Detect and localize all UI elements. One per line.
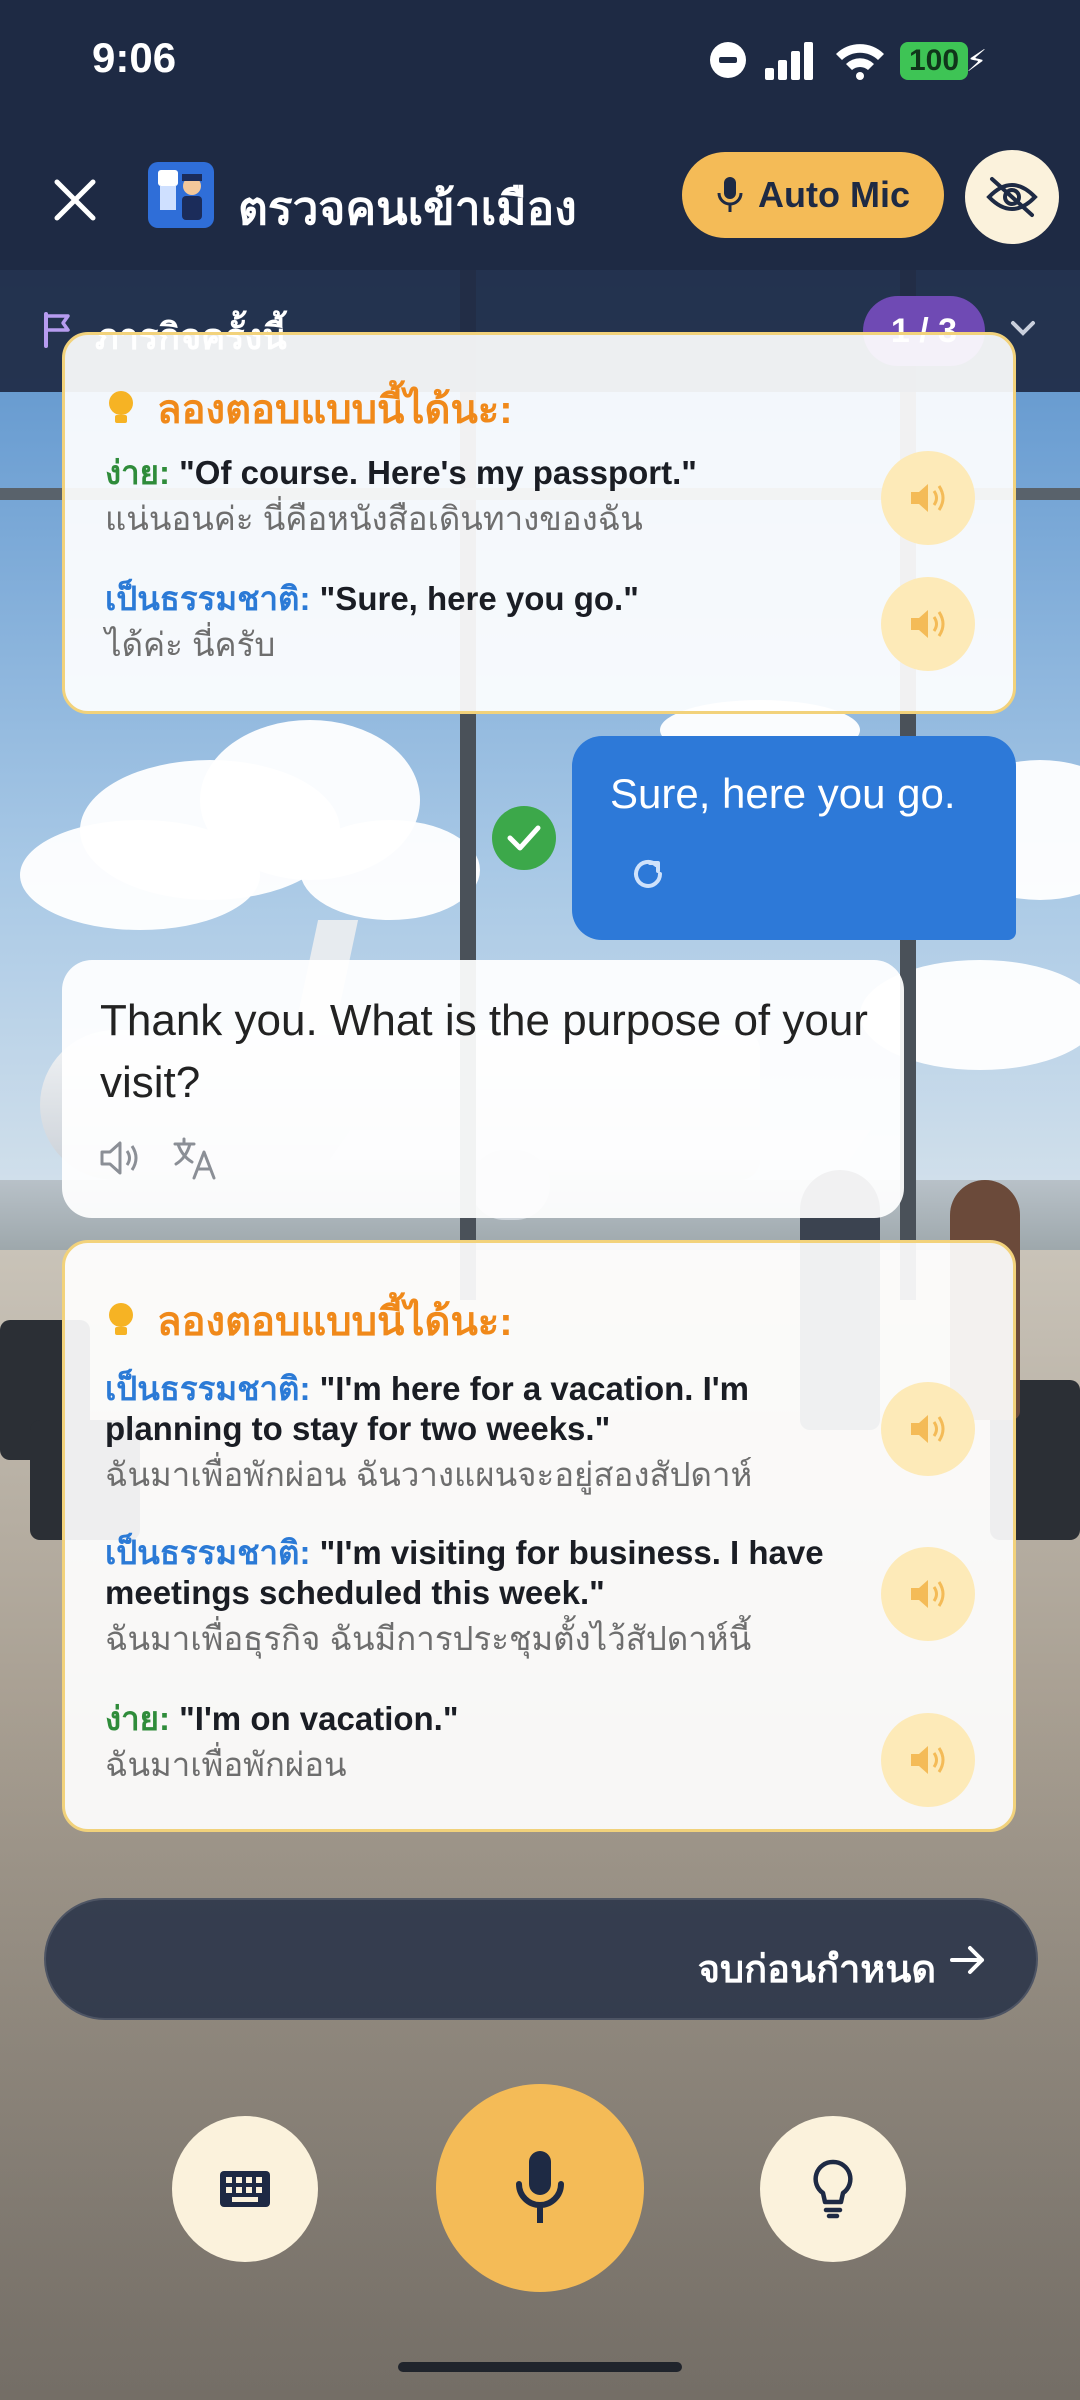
suggestion-tag: ง่าย: — [105, 454, 170, 491]
play-audio-button[interactable] — [881, 1547, 975, 1641]
lightbulb-icon — [813, 2159, 853, 2219]
suggestion-english: "Of course. Here's my passport." — [179, 454, 697, 491]
suggestion-heading: ลองตอบแบบนี้ได้นะ: — [105, 377, 513, 441]
lightbulb-icon — [109, 1303, 133, 1335]
user-message-text: Sure, here you go. — [610, 770, 956, 817]
speaker-icon — [911, 1415, 945, 1443]
microphone-icon — [717, 177, 743, 212]
suggestion-card-previous: ลองตอบแบบนี้ได้นะ: ง่าย: "Of course. Her… — [62, 332, 1016, 714]
suggestion-item: เป็นธรรมชาติ: "Sure, here you go." ได้ค่… — [105, 579, 885, 665]
status-bar: 9:06 100 ⚡ — [0, 0, 1080, 130]
microphone-button[interactable] — [436, 2084, 644, 2292]
suggestion-thai: ฉันมาเพื่อพักผ่อน ฉันวางแผนจะอยู่สองสัปด… — [105, 1456, 753, 1493]
play-audio-button[interactable] — [881, 1382, 975, 1476]
hint-button[interactable] — [760, 2116, 906, 2262]
suggestion-english: "Sure, here you go." — [319, 580, 639, 617]
end-early-button[interactable]: จบก่อนกำหนด — [44, 1898, 1038, 2020]
suggestion-thai: ได้ค่ะ นี่ครับ — [105, 626, 276, 663]
lightbulb-icon — [109, 391, 133, 423]
play-audio-button[interactable] — [881, 1713, 975, 1807]
suggestion-item: เป็นธรรมชาติ: "I'm here for a vacation. … — [105, 1369, 885, 1495]
speaker-icon — [911, 610, 945, 638]
eye-off-icon — [986, 177, 1038, 217]
suggestion-item: เป็นธรรมชาติ: "I'm visiting for business… — [105, 1533, 885, 1659]
keyboard-button[interactable] — [172, 2116, 318, 2262]
suggestion-item: ง่าย: "I'm on vacation." ฉันมาเพื่อพักผ่… — [105, 1699, 885, 1785]
bot-message-text: Thank you. What is the purpose of your v… — [100, 996, 868, 1107]
retry-icon[interactable] — [628, 854, 668, 894]
microphone-icon — [516, 2151, 564, 2223]
home-indicator — [398, 2362, 682, 2372]
close-button[interactable] — [40, 165, 110, 235]
suggestion-card: ลองตอบแบบนี้ได้นะ: เป็นธรรมชาติ: "I'm he… — [62, 1240, 1016, 1832]
play-audio-button[interactable] — [881, 577, 975, 671]
suggestion-tag: ง่าย: — [105, 1700, 170, 1737]
speaker-icon — [911, 484, 945, 512]
speaker-icon — [911, 1580, 945, 1608]
suggestion-tag: เป็นธรรมชาติ: — [105, 1534, 311, 1571]
cellular-signal-icon — [765, 40, 815, 80]
suggestion-item: ง่าย: "Of course. Here's my passport." แ… — [105, 453, 885, 539]
play-audio-button[interactable] — [881, 451, 975, 545]
arrow-right-icon — [950, 1946, 984, 1974]
charging-icon: ⚡ — [966, 45, 988, 78]
suggestion-english: "I'm on vacation." — [179, 1700, 459, 1737]
app-header: ตรวจคนเข้าเมือง Auto Mic — [0, 130, 1080, 270]
battery-indicator: 100 — [900, 42, 968, 80]
hide-text-button[interactable] — [965, 150, 1059, 244]
do-not-disturb-icon — [710, 42, 746, 78]
speaker-icon[interactable] — [98, 1138, 142, 1178]
speaker-icon — [911, 1746, 945, 1774]
auto-mic-button[interactable]: Auto Mic — [682, 152, 944, 238]
translate-icon[interactable] — [172, 1136, 218, 1180]
suggestion-thai: ฉันมาเพื่อธุรกิจ ฉันมีการประชุมตั้งไว้สั… — [105, 1620, 752, 1657]
user-message-bubble: Sure, here you go. — [572, 736, 1016, 940]
page-title: ตรวจคนเข้าเมือง — [238, 182, 577, 234]
suggestion-thai: ฉันมาเพื่อพักผ่อน — [105, 1746, 347, 1783]
wifi-icon — [836, 44, 884, 80]
close-icon — [54, 179, 96, 221]
immigration-officer-icon — [148, 162, 214, 228]
chevron-down-icon[interactable] — [1005, 310, 1041, 346]
bot-message-bubble: Thank you. What is the purpose of your v… — [62, 960, 904, 1218]
suggestion-thai: แน่นอนค่ะ นี่คือหนังสือเดินทางของฉัน — [105, 500, 643, 537]
correct-check-icon — [492, 806, 556, 870]
auto-mic-label: Auto Mic — [758, 174, 910, 215]
end-early-label: จบก่อนกำหนด — [697, 1949, 936, 1991]
suggestion-heading: ลองตอบแบบนี้ได้นะ: — [105, 1289, 513, 1353]
suggestion-tag: เป็นธรรมชาติ: — [105, 1370, 311, 1407]
keyboard-icon — [220, 2171, 270, 2207]
suggestion-tag: เป็นธรรมชาติ: — [105, 580, 311, 617]
status-time: 9:06 — [92, 34, 177, 81]
